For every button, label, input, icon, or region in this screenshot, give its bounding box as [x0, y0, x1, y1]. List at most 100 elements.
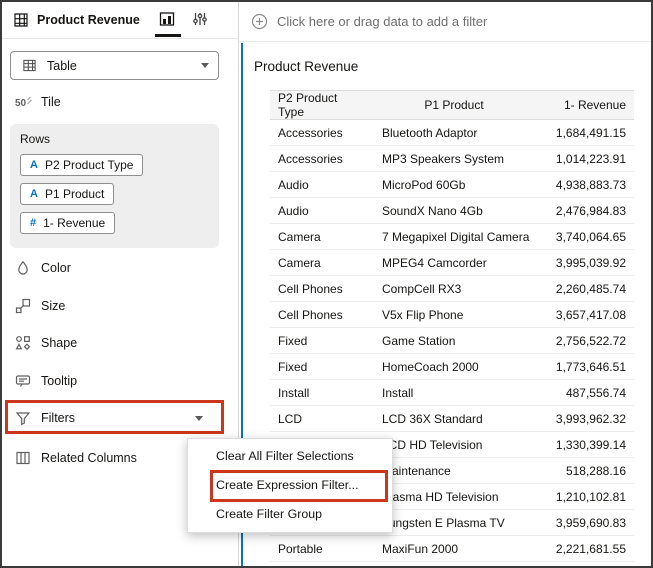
table-cell[interactable]: Tungsten E Plasma TV — [374, 509, 534, 536]
column-header[interactable]: P2 Product Type — [270, 90, 374, 120]
table-cell[interactable]: MaxiFun 2000 — [374, 535, 534, 562]
table-cell[interactable]: Portable — [270, 561, 374, 566]
table-cell[interactable]: 518,288.16 — [534, 457, 634, 484]
table-cell[interactable]: 1,330,399.14 — [534, 431, 634, 458]
table-cell[interactable]: Install — [270, 379, 374, 406]
table-cell[interactable]: Maintenance — [374, 457, 534, 484]
chip-p2-product-type[interactable]: A P2 Product Type — [20, 154, 144, 176]
table-cell[interactable]: MPEG4 Camcorder — [374, 249, 534, 276]
svg-text:50: 50 — [15, 98, 27, 109]
table-cell[interactable]: 4,938,883.73 — [534, 171, 634, 198]
table-cell[interactable]: LCD HD Television — [374, 431, 534, 458]
table-cell[interactable]: Portable — [270, 535, 374, 562]
table-cell[interactable]: Plasma HD Television — [374, 483, 534, 510]
tile-label: Tile — [41, 95, 61, 109]
table-cell[interactable]: Install — [374, 379, 534, 406]
table-cell[interactable]: Fixed — [270, 353, 374, 380]
viz-type-dropdown[interactable]: Table — [10, 51, 219, 80]
table-cell[interactable]: Accessories — [270, 145, 374, 172]
table-cell[interactable]: MP3 Speakers System — [374, 145, 534, 172]
table-cell[interactable]: Game Station — [374, 327, 534, 354]
table-row[interactable]: Audio SoundX Nano 4Gb 2,476,984.83 — [270, 197, 634, 224]
table-row[interactable]: Cell Phones CompCell RX3 2,260,485.74 — [270, 275, 634, 302]
oracle-analytics-window: Product Revenue Click here or drag data … — [0, 0, 653, 568]
table-cell[interactable]: Audio — [270, 171, 374, 198]
table-cell[interactable]: 487,556.74 — [534, 379, 634, 406]
table-row[interactable]: LCD LCD 36X Standard 3,993,962.32 — [270, 405, 634, 432]
chip-p1-product[interactable]: A P1 Product — [20, 183, 115, 205]
table-row[interactable]: Fixed HomeCoach 2000 1,773,646.51 — [270, 353, 634, 380]
size-target[interactable]: Size — [10, 293, 219, 319]
table-cell[interactable]: 1,684,491.15 — [534, 119, 634, 146]
size-icon — [14, 298, 32, 314]
filters-target[interactable]: Filters — [10, 405, 219, 431]
table-cell[interactable]: 2,476,984.83 — [534, 197, 634, 224]
related-columns-icon — [14, 450, 32, 466]
grammar-panel-icon[interactable] — [159, 11, 175, 27]
attribute-type-icon: A — [30, 159, 38, 171]
table-cell[interactable]: 7 Megapixel Digital Camera — [374, 223, 534, 250]
related-columns-label: Related Columns — [41, 451, 137, 465]
table-row[interactable]: Portable MaxiFun 2000 2,221,681.55 — [270, 535, 634, 562]
menu-item-create-expression-filter[interactable]: Create Expression Filter... — [188, 471, 392, 500]
table-cell[interactable]: Camera — [270, 249, 374, 276]
viz-title: Product Revenue — [254, 59, 359, 74]
table-cell[interactable]: V5x Flip Phone — [374, 301, 534, 328]
tooltip-target[interactable]: Tooltip — [10, 368, 219, 394]
settings-icon[interactable] — [192, 11, 208, 27]
rows-label: Rows — [20, 132, 51, 146]
table-cell[interactable]: Audio — [270, 197, 374, 224]
table-cell[interactable]: MicroPod 60Gb — [374, 171, 534, 198]
table-cell[interactable]: SoundX Nano 4Gb — [374, 197, 534, 224]
table-cell[interactable]: Fixed — [270, 327, 374, 354]
table-cell[interactable]: Cell Phones — [270, 301, 374, 328]
table-cell[interactable]: CompCell RX3 — [374, 275, 534, 302]
shape-target[interactable]: Shape — [10, 330, 219, 356]
table-cell[interactable]: 1,014,223.91 — [534, 145, 634, 172]
table-cell[interactable]: Accessories — [270, 119, 374, 146]
table-cell[interactable]: 3,995,039.92 — [534, 249, 634, 276]
table-row[interactable]: Accessories MP3 Speakers System 1,014,223.… — [270, 145, 634, 172]
table-cell[interactable]: 3,993,962.32 — [534, 405, 634, 432]
table-row[interactable]: PortablePocketFun ES3,013,026.92 — [270, 561, 634, 566]
table-cell[interactable]: Camera — [270, 223, 374, 250]
table-cell[interactable]: 2,756,522.72 — [534, 327, 634, 354]
table-cell[interactable]: 1,210,102.81 — [534, 483, 634, 510]
table-cell[interactable]: LCD 36X Standard — [374, 405, 534, 432]
table-cell[interactable]: Bluetooth Adaptor — [374, 119, 534, 146]
panel-header: Product Revenue — [2, 2, 238, 39]
size-label: Size — [41, 299, 66, 313]
table-cell[interactable]: 3,740,064.65 — [534, 223, 634, 250]
table-row[interactable]: Fixed Game Station 2,756,522.72 — [270, 327, 634, 354]
table-cell[interactable]: 1,773,646.51 — [534, 353, 634, 380]
column-header[interactable]: 1- Revenue — [534, 90, 634, 120]
column-header[interactable]: P1 Product — [374, 90, 534, 120]
table-cell[interactable]: 3,959,690.83 — [534, 509, 634, 536]
circled-plus-icon — [251, 13, 268, 30]
table-row[interactable]: Camera MPEG4 Camcorder 3,995,039.92 — [270, 249, 634, 276]
menu-item-clear-all-filter-selections[interactable]: Clear All Filter Selections — [188, 442, 392, 471]
chevron-down-icon — [201, 63, 209, 68]
table-cell[interactable]: Cell Phones — [270, 275, 374, 302]
filters-context-menu: Clear All Filter Selections Create Expre… — [187, 438, 393, 533]
table-cell[interactable]: 2,260,485.74 — [534, 275, 634, 302]
table-cell[interactable]: LCD — [270, 405, 374, 432]
table-cell[interactable]: HomeCoach 2000 — [374, 353, 534, 380]
table-cell[interactable]: 2,221,681.55 — [534, 535, 634, 562]
table-cell[interactable]: 3,657,417.08 — [534, 301, 634, 328]
filter-bar[interactable]: Click here or drag data to add a filter — [239, 2, 651, 42]
color-target[interactable]: Color — [10, 255, 219, 281]
menu-item-create-filter-group[interactable]: Create Filter Group — [188, 500, 392, 529]
filter-funnel-icon — [14, 410, 32, 426]
chevron-down-icon[interactable] — [195, 415, 203, 421]
table-cell[interactable]: PocketFun ES — [374, 561, 534, 566]
table-row[interactable]: Camera 7 Megapixel Digital Camera 3,740,06… — [270, 223, 634, 250]
table-row[interactable]: Accessories Bluetooth Adaptor 1,684,491.15 — [270, 119, 634, 146]
table-row[interactable]: Audio MicroPod 60Gb 4,938,883.73 — [270, 171, 634, 198]
tile-target[interactable]: 50 Tile — [10, 90, 61, 114]
table-row[interactable]: Cell Phones V5x Flip Phone 3,657,417.08 — [270, 301, 634, 328]
table-row[interactable]: Install Install 487,556.74 — [270, 379, 634, 406]
shape-label: Shape — [41, 336, 78, 350]
table-cell[interactable]: 3,013,026.92 — [534, 561, 634, 566]
chip-revenue[interactable]: # 1- Revenue — [20, 212, 116, 234]
